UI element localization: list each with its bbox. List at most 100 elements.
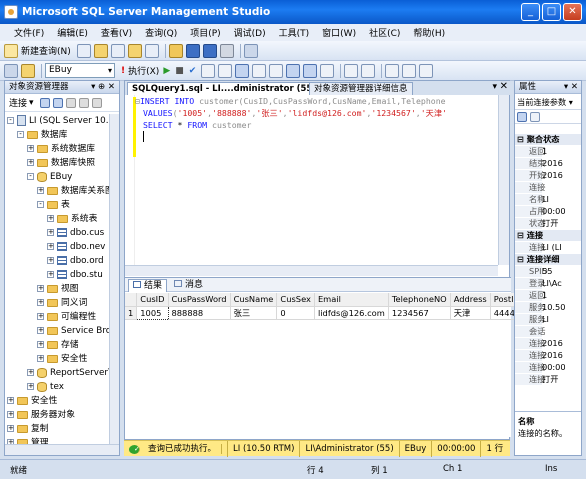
new-query-button[interactable]: 新建查询(N) [21, 44, 71, 57]
tree-node-programmability[interactable]: + 可编程性 [37, 310, 96, 324]
close-tab-icon[interactable]: ✕ [500, 81, 508, 92]
property-category[interactable]: ⊟ 聚合状态 [515, 134, 581, 145]
server-node[interactable]: -LI (SQL Server 10.50. [7, 114, 111, 128]
tree-node-replication[interactable]: + 复制 [7, 422, 49, 436]
property-row[interactable]: 连接2016 [515, 338, 581, 349]
tree-node-reportserver[interactable]: + ReportServerT [27, 366, 111, 380]
execute-icon[interactable]: ! [121, 66, 125, 76]
property-row[interactable]: 名称LI [515, 194, 581, 205]
grid-cell[interactable]: lidfds@126.com [314, 306, 389, 320]
filter-icon[interactable] [78, 97, 89, 108]
menu-query[interactable]: 查询(Q) [145, 26, 177, 39]
table-row[interactable]: 1 1005 888888 张三 0 lidfds@126.com 123456… [125, 305, 525, 320]
tab-messages[interactable]: 消息 [170, 279, 207, 292]
save-icon[interactable] [185, 43, 200, 58]
activity-monitor-icon[interactable] [243, 43, 258, 58]
alphabetical-icon[interactable] [530, 111, 540, 122]
tree-node-server-objects[interactable]: + 服务器对象 [7, 408, 75, 422]
column-header[interactable]: CusID [136, 293, 169, 307]
mdx-query-icon[interactable] [127, 43, 142, 58]
results-to-text-icon[interactable] [286, 63, 301, 78]
display-estimated-plan-icon[interactable] [201, 63, 216, 78]
tree-node-ebuy[interactable]: - EBuy [27, 170, 72, 184]
column-header[interactable]: Address [450, 293, 491, 307]
property-category[interactable]: ⊟ 连接详细 [515, 254, 581, 265]
grid-cell[interactable]: 张三 [230, 306, 278, 320]
property-row[interactable]: 会话 [515, 326, 581, 337]
tree-node-system-tables[interactable]: + 系统表 [47, 212, 97, 226]
property-row[interactable]: 返回1 [515, 146, 581, 157]
results-to-grid-icon[interactable] [303, 63, 318, 78]
refresh-icon[interactable] [91, 97, 102, 108]
query-designer-icon[interactable] [218, 63, 233, 78]
tree-node-service-broker[interactable]: + Service Bro [37, 324, 111, 338]
register-icon[interactable] [52, 97, 63, 108]
decrease-indent-icon[interactable] [385, 63, 400, 78]
property-row[interactable]: 连接2016 [515, 350, 581, 361]
tree-node-server-security[interactable]: + 安全性 [7, 394, 57, 408]
tree-node-databases[interactable]: - 数据库 [17, 128, 67, 142]
property-row[interactable]: 返回1 [515, 290, 581, 301]
tree-node-system-databases[interactable]: + 系统数据库 [27, 142, 95, 156]
property-row[interactable]: 占用00:00 [515, 206, 581, 217]
client-statistics-icon[interactable] [269, 63, 284, 78]
tree-node-table[interactable]: + dbo.stu [47, 268, 103, 282]
debug-start-icon[interactable]: ▶ [163, 66, 170, 76]
column-header[interactable] [125, 293, 138, 307]
property-row[interactable]: 服务10.50 [515, 302, 581, 313]
tree-node-security[interactable]: + 安全性 [37, 352, 87, 366]
specify-template-values-icon[interactable] [235, 63, 250, 78]
analysis-query-icon[interactable] [110, 43, 125, 58]
column-header[interactable]: TelephoneNO [388, 293, 451, 307]
property-row[interactable]: 连接00:00 [515, 362, 581, 373]
tree-node-synonyms[interactable]: + 同义词 [37, 296, 87, 310]
property-row[interactable]: 状态打开 [515, 218, 581, 229]
property-row[interactable]: 连接 [515, 182, 581, 193]
tree-vertical-scrollbar[interactable] [109, 114, 119, 444]
disconnect-icon[interactable] [39, 97, 50, 108]
editor-vertical-scrollbar[interactable] [498, 95, 509, 265]
tree-node-management[interactable]: + 管理 [7, 436, 49, 444]
grid-cell[interactable]: 0 [276, 306, 315, 320]
code-area[interactable]: ⊟INSERT INTO customer(CusID,CusPassWord,… [135, 95, 505, 265]
db-engine-query-icon[interactable] [93, 43, 108, 58]
column-header[interactable]: CusName [230, 293, 278, 307]
property-row[interactable]: 连接打开 [515, 374, 581, 385]
print-icon[interactable] [219, 43, 234, 58]
save-all-icon[interactable] [202, 43, 217, 58]
tab-sqlquery1[interactable]: SQLQuery1.sql - LI....dministrator (55))… [127, 82, 330, 95]
menu-debug[interactable]: 调试(D) [234, 26, 266, 39]
tree-node-tables[interactable]: -表 [37, 198, 70, 212]
property-row[interactable]: SPID55 [515, 266, 581, 277]
results-to-file-icon[interactable] [320, 63, 335, 78]
property-row[interactable]: 连接LI (LI [515, 242, 581, 253]
tree-node-table[interactable]: + dbo.cus [47, 226, 104, 240]
menu-edit[interactable]: 编辑(E) [57, 26, 88, 39]
property-category[interactable]: ⊟ 连接 [515, 230, 581, 241]
tree-node-tex[interactable]: + tex [27, 380, 64, 394]
increase-indent-icon[interactable] [402, 63, 417, 78]
connect-icon[interactable] [4, 63, 18, 78]
uncomment-lines-icon[interactable] [361, 63, 376, 78]
tree-node-snapshots[interactable]: + 数据库快照 [27, 156, 95, 170]
grid-cell[interactable]: 1234567 [388, 306, 451, 320]
property-row[interactable]: 结束2016 [515, 158, 581, 169]
stop-icon[interactable] [65, 97, 76, 108]
menu-tools[interactable]: 工具(T) [279, 26, 310, 39]
grid-cell[interactable]: 1005 [136, 305, 169, 320]
execute-button[interactable]: 执行(X) [128, 64, 159, 77]
tree-node-storage[interactable]: + 存储 [37, 338, 79, 352]
menu-file[interactable]: 文件(F) [14, 26, 44, 39]
grid-cell[interactable]: 888888 [168, 306, 231, 320]
tab-object-explorer-details[interactable]: 对象资源管理器详细信息 [309, 82, 413, 95]
include-actual-plan-icon[interactable] [252, 63, 267, 78]
menu-community[interactable]: 社区(C) [369, 26, 400, 39]
column-header[interactable]: Email [314, 293, 389, 307]
menu-view[interactable]: 查看(V) [101, 26, 132, 39]
column-header[interactable]: CusSex [276, 293, 315, 307]
tree-horizontal-scrollbar[interactable] [5, 444, 119, 455]
maximize-button[interactable]: □ [542, 3, 561, 21]
dmx-query-icon[interactable] [144, 43, 159, 58]
parse-check-icon[interactable]: ✔ [189, 66, 197, 76]
comment-lines-icon[interactable] [344, 63, 359, 78]
